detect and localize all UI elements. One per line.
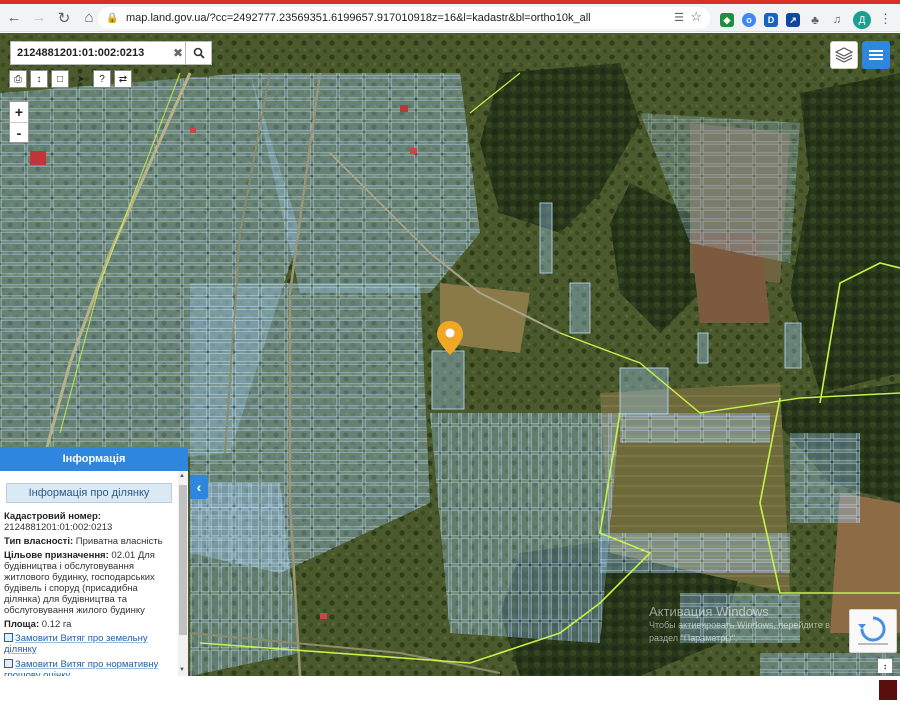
search-button[interactable] [185, 42, 211, 64]
recaptcha-icon [858, 616, 888, 645]
document-icon [4, 633, 13, 642]
browser-toolbar: ← → ↻ ⌂ 🔒 map.land.gov.ua/?cc=2492777.23… [0, 4, 900, 32]
layers-icon [835, 47, 853, 63]
menu-button[interactable] [862, 41, 890, 69]
page-scroll-indicator[interactable]: ↕ [878, 659, 892, 673]
cadastral-number-value: 2124881201:01:002:0213 [4, 522, 113, 533]
info-panel-body: Інформація про ділянку Кадастровий номер… [0, 471, 178, 676]
info-panel-scrollbar[interactable]: ▲ ▼ [178, 471, 188, 676]
scrollbar-thumb[interactable] [179, 485, 187, 635]
extension-blue-icon[interactable]: o [742, 13, 756, 27]
order-valuation-extract-label: Замовити Витяг про нормативну грошову оц… [4, 659, 159, 676]
bookmark-star-icon[interactable]: ☆ [690, 9, 702, 25]
cadastral-search-bar: ✖ [10, 41, 212, 65]
chevron-left-icon: ‹ [196, 479, 202, 495]
zoom-out-button[interactable]: - [10, 122, 28, 142]
area-value: 0.12 га [41, 619, 72, 630]
cadastral-number-label: Кадастровий номер: [4, 511, 101, 522]
map-toolbar: ⎙ ↕ □ ➤ ? ⇄ [9, 70, 132, 89]
shield-extension-icon[interactable]: ◆ [720, 13, 734, 27]
url-text[interactable]: map.land.gov.ua/?cc=2492777.23569351.619… [126, 12, 671, 24]
extension-arrow-icon[interactable]: ↗ [786, 13, 800, 27]
swap-icon[interactable]: ⇄ [114, 70, 132, 88]
measure-area-icon[interactable]: □ [51, 70, 69, 88]
page-bottom-area [0, 676, 900, 720]
scroll-arrows-icon: ↕ [883, 661, 887, 671]
zoom-in-button[interactable]: + [10, 102, 28, 122]
cadastral-number-row: Кадастровий номер: 2124881201:01:002:021… [4, 511, 174, 533]
print-icon[interactable]: ⎙ [9, 70, 27, 88]
area-row: Площа: 0.12 га [4, 619, 174, 630]
scroll-up-icon[interactable]: ▲ [179, 473, 185, 479]
order-parcel-extract-link[interactable]: Замовити Витяг про земельну ділянку [4, 633, 174, 655]
order-parcel-extract-label: Замовити Витяг про земельну ділянку [4, 633, 148, 655]
hamburger-icon [869, 50, 883, 60]
pointer-icon[interactable]: ➤ [72, 70, 90, 88]
purpose-row: Цільове призначення: 02.01 Для будівницт… [4, 550, 174, 616]
layers-button[interactable] [830, 41, 858, 69]
info-panel-title: Інформація [0, 447, 188, 471]
back-icon[interactable]: ← [3, 7, 25, 29]
taskbar-corner [879, 680, 897, 700]
info-panel: Інформація Інформація про ділянку Кадаст… [0, 447, 188, 676]
kebab-menu-icon[interactable]: ⋮ [879, 11, 892, 27]
address-bar[interactable]: 🔒 map.land.gov.ua/?cc=2492777.23569351.6… [98, 7, 710, 29]
avatar[interactable]: Д [853, 11, 871, 29]
collapse-panel-button[interactable]: ‹ [190, 475, 208, 499]
cadastral-search-input[interactable] [11, 43, 171, 63]
clear-icon[interactable]: ✖ [171, 46, 185, 60]
translate-icon[interactable]: ☰ [674, 11, 684, 24]
parcel-info-heading: Інформація про ділянку [6, 483, 172, 503]
watermark-title: Активация Windows [649, 604, 769, 619]
home-icon[interactable]: ⌂ [78, 7, 100, 29]
forward-icon[interactable]: → [28, 7, 50, 29]
measure-line-icon[interactable]: ↕ [30, 70, 48, 88]
help-icon[interactable]: ? [93, 70, 111, 88]
search-icon [193, 47, 205, 59]
reload-icon[interactable]: ↻ [53, 7, 75, 29]
order-valuation-extract-link[interactable]: Замовити Витяг про нормативну грошову оц… [4, 659, 174, 676]
purpose-label: Цільове призначення: [4, 550, 109, 561]
watermark-line: раздел "Параметры". [649, 633, 738, 643]
area-label: Площа: [4, 619, 40, 630]
ownership-value: Приватна власність [75, 536, 163, 547]
document-icon [4, 659, 13, 668]
ownership-row: Тип власності: Приватна власність [4, 536, 174, 547]
scroll-down-icon[interactable]: ▼ [179, 667, 185, 673]
ownership-label: Тип власності: [4, 536, 74, 547]
zoom-control: + - [9, 101, 29, 143]
lock-icon: 🔒 [106, 12, 119, 24]
recaptcha-badge[interactable] [849, 609, 897, 653]
watermark-line: Чтобы активировать Windows, перейдите в [649, 620, 830, 630]
media-icon[interactable]: ♫ [830, 13, 844, 27]
extension-d-icon[interactable]: D [764, 13, 778, 27]
puzzle-icon[interactable]: ♣ [808, 13, 822, 27]
windows-activation-watermark: Активация Windows Чтобы активировать Win… [649, 604, 830, 645]
